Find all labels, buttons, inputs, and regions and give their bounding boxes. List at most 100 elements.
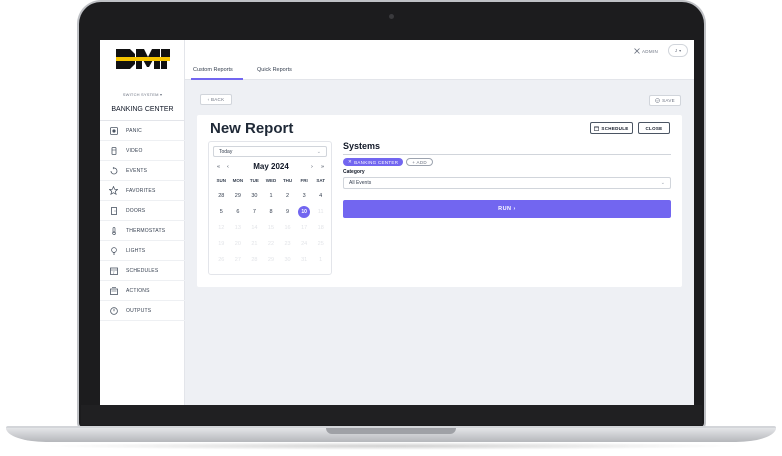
calendar-day: 19 <box>218 241 225 247</box>
calendar-day: 17 <box>301 225 308 231</box>
weekday-label: SAT <box>316 178 326 183</box>
sidebar-item-label: DOORS <box>126 207 146 214</box>
laptop-notch <box>326 428 456 434</box>
sidebar-item-doors[interactable]: DOORS <box>100 201 185 221</box>
site-name: BANKING CENTER <box>100 99 185 121</box>
sidebar-item-label: PANIC <box>126 127 142 134</box>
category-label: Category <box>343 169 365 175</box>
calendar-day: 22 <box>267 241 275 247</box>
tab-custom-reports[interactable]: Custom Reports <box>193 67 233 73</box>
calendar-day[interactable]: 8 <box>263 204 280 220</box>
calendar-day: 25 <box>317 241 324 247</box>
sidebar-item-panic[interactable]: PANIC <box>100 121 185 141</box>
category-select[interactable]: All Events ⌄ <box>343 177 671 189</box>
video-icon <box>109 146 118 155</box>
sidebar-item-thermostats[interactable]: THERMOSTATS <box>100 221 185 241</box>
sidebar-item-label: SCHEDULES <box>126 267 159 274</box>
top-bar: ADMIN J ▾ <box>185 40 694 64</box>
calendar-day[interactable]: 2 <box>279 188 296 204</box>
sidebar-item-lights[interactable]: LIGHTS <box>100 241 185 261</box>
calendar-day: 24 <box>301 241 308 247</box>
avatar-initial: J <box>674 48 678 53</box>
calendar-day: 27 <box>234 257 241 263</box>
screen-bezel <box>81 405 702 425</box>
user-avatar-menu[interactable]: J ▾ <box>668 44 688 57</box>
report-tabs: Custom Reports Quick Reports <box>185 64 694 80</box>
camera-dot <box>389 14 394 19</box>
weekday-label: TUE <box>249 178 259 183</box>
date-picker: Today ⌄ « ‹ › » May 2024 SUN MON TUE WED… <box>208 141 332 275</box>
calendar-day: 11 <box>317 209 324 215</box>
calendar-day[interactable]: 9 <box>279 204 296 220</box>
system-chip-selected[interactable]: ✕ BANKING CENTER <box>343 158 404 166</box>
sidebar-item-label: LIGHTS <box>126 247 146 254</box>
date-range-select[interactable]: Today ⌄ <box>213 146 327 157</box>
calendar-day-selected[interactable]: 10 <box>296 204 313 220</box>
svg-text:7: 7 <box>112 270 114 274</box>
device-frame: SWITCH SYSTEM ▾ BANKING CENTER PANIC VID… <box>0 0 782 456</box>
sidebar-item-schedules[interactable]: 7 SCHEDULES <box>100 261 185 281</box>
thermostat-icon <box>109 226 118 235</box>
close-button[interactable]: CLOSE <box>638 122 670 134</box>
star-icon <box>109 186 118 195</box>
sidebar-item-label: OUTPUTS <box>126 307 152 314</box>
calendar-day: 18 <box>317 225 324 231</box>
calendar-icon <box>594 126 600 131</box>
back-button[interactable]: ‹ BACK <box>200 94 232 105</box>
calendar-day[interactable]: 7 <box>246 204 263 220</box>
calendar-day: 12 <box>218 225 225 231</box>
outputs-icon <box>109 306 118 315</box>
sidebar-item-outputs[interactable]: OUTPUTS <box>100 301 185 321</box>
calendar-day[interactable]: 30 <box>246 188 263 204</box>
schedule-label: SCHEDULE <box>601 125 629 131</box>
save-button[interactable]: SAVE <box>649 95 681 106</box>
calendar-day[interactable]: 3 <box>296 188 313 204</box>
calendar-day: 31 <box>301 257 308 263</box>
calendar-day: 16 <box>284 225 291 231</box>
sidebar-item-events[interactable]: EVENTS <box>100 161 185 181</box>
schedule-button[interactable]: SCHEDULE <box>590 122 633 134</box>
calendar-day: 26 <box>218 257 225 263</box>
sidebar-item-video[interactable]: VIDEO <box>100 141 185 161</box>
actions-icon <box>109 286 118 295</box>
calendar-day[interactable]: 5 <box>213 204 230 220</box>
calendar-day[interactable]: 6 <box>230 204 247 220</box>
calendar-day: 15 <box>267 225 275 231</box>
tab-quick-reports[interactable]: Quick Reports <box>257 67 292 73</box>
page-title: New Report <box>210 120 294 137</box>
sidebar-item-favorites[interactable]: FAVORITES <box>100 181 185 201</box>
weekday-label: FRI <box>300 178 308 183</box>
sidebar-item-actions[interactable]: ACTIONS <box>100 281 185 301</box>
system-chips: ✕ BANKING CENTER + ADD <box>343 158 671 166</box>
chevron-down-icon: ⌄ <box>660 180 665 186</box>
calendar-day: 21 <box>251 241 258 247</box>
calendar-day[interactable]: 29 <box>230 188 247 204</box>
calendar-day: 13 <box>234 225 241 231</box>
weekday-label: MON <box>232 178 244 183</box>
run-button[interactable]: RUN › <box>343 200 671 218</box>
events-icon <box>109 166 118 175</box>
month-label: May 2024 <box>253 162 289 171</box>
calendar-day[interactable]: 1 <box>263 188 280 204</box>
calendar-day[interactable]: 4 <box>312 188 329 204</box>
calendar-day[interactable]: 28 <box>213 188 230 204</box>
remove-icon: ✕ <box>348 159 353 164</box>
door-icon <box>109 206 118 215</box>
calendar-days: 28 29 30 1 2 3 4 5 6 7 8 9 10 11 12 13 14 15 16 17 18 19 20 21 2… <box>213 188 329 268</box>
calendar-day: 29 <box>267 257 275 263</box>
add-system-button[interactable]: + ADD <box>406 158 433 166</box>
weekday-label: THU <box>282 178 293 183</box>
active-tab-indicator <box>191 78 243 80</box>
admin-label: ADMIN <box>642 48 658 54</box>
weekday-header: SUN MON TUE WED THU FRI SAT <box>213 178 329 183</box>
weekday-label: SUN <box>216 178 227 183</box>
app-screen: SWITCH SYSTEM ▾ BANKING CENTER PANIC VID… <box>100 40 694 405</box>
sidebar-item-label: EVENTS <box>126 167 148 174</box>
weekday-label: WED <box>265 178 277 183</box>
admin-link[interactable]: ADMIN <box>634 48 658 54</box>
sidebar-item-label: THERMOSTATS <box>126 227 166 234</box>
switch-system-menu[interactable]: SWITCH SYSTEM ▾ <box>100 92 185 97</box>
sidebar-item-label: VIDEO <box>126 147 143 154</box>
sidebar-nav: PANIC VIDEO EVENTS FAVORITES DOORS THERM… <box>100 121 185 321</box>
panic-icon <box>109 126 118 135</box>
